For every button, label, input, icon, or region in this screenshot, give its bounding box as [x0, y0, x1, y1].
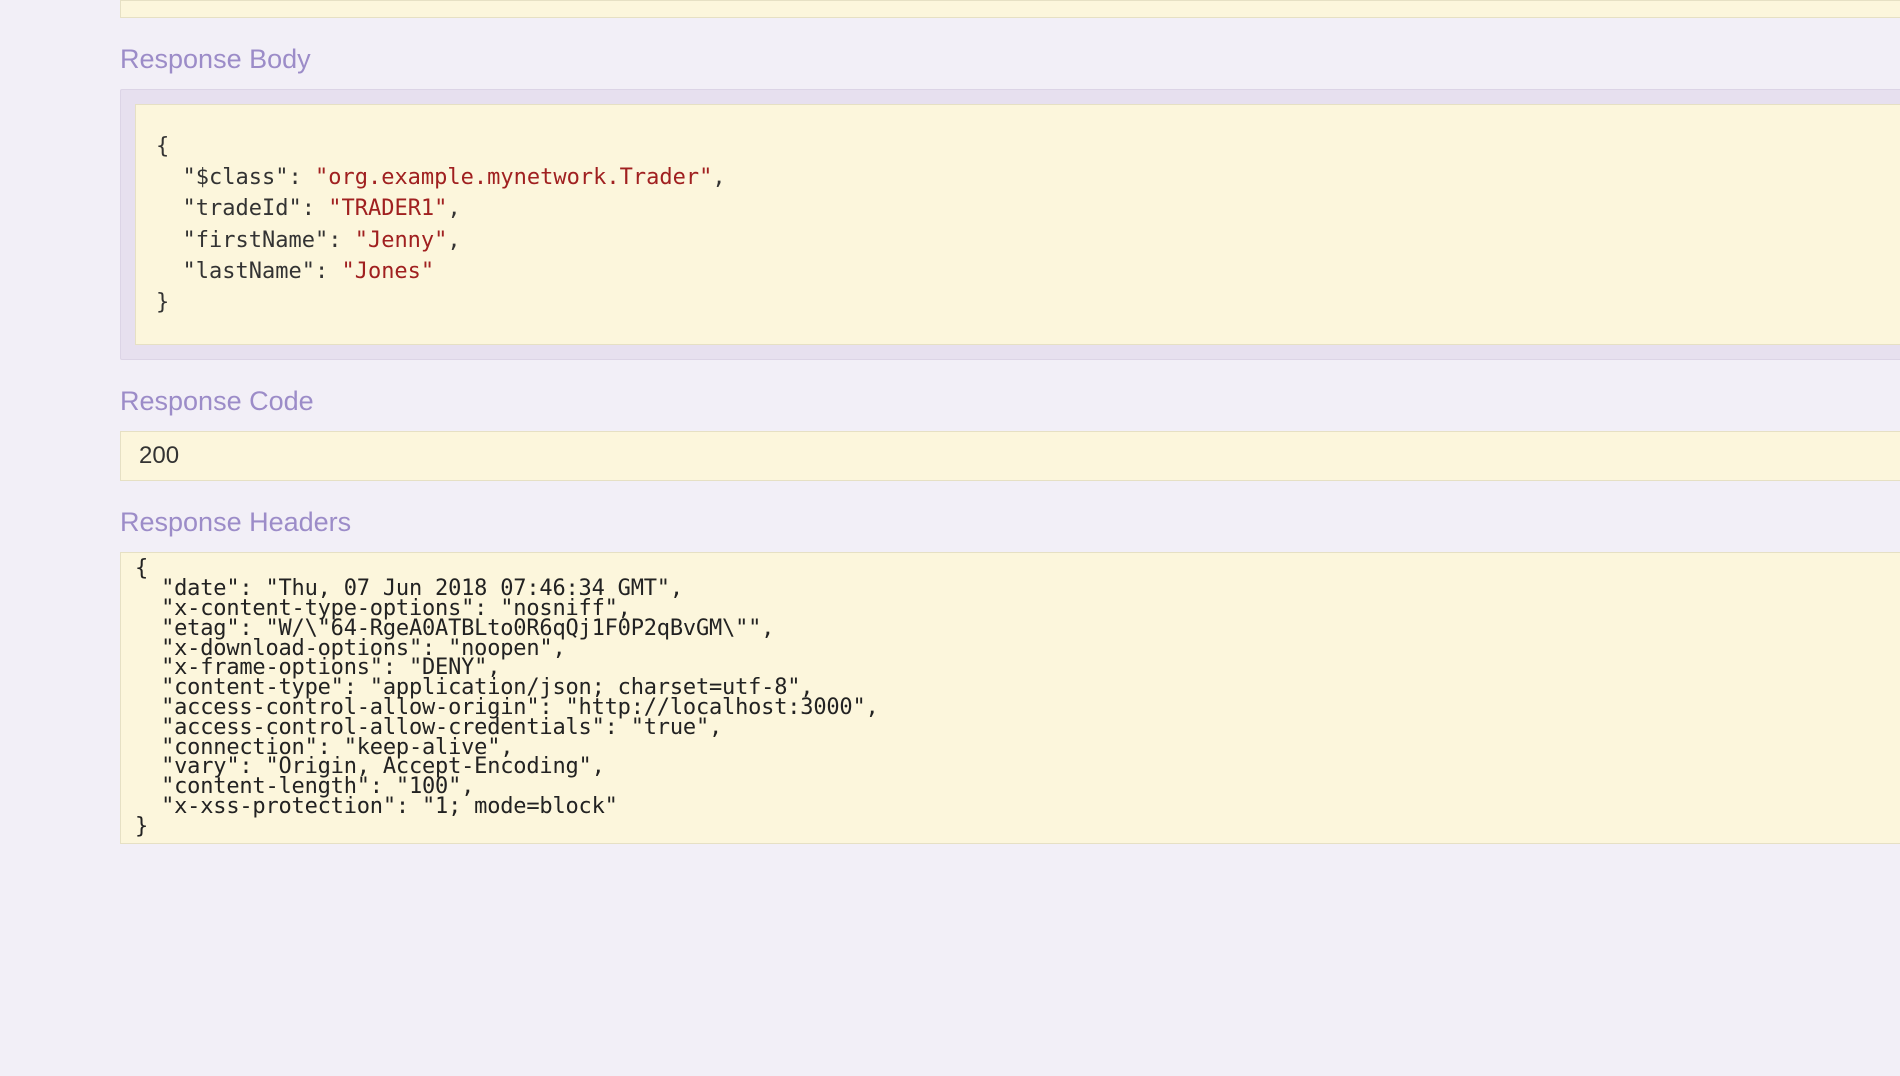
response-code-heading: Response Code [120, 386, 1900, 417]
response-headers-wrapper: { "date": "Thu, 07 Jun 2018 07:46:34 GMT… [120, 552, 1900, 843]
response-body-wrapper: { "$class": "org.example.mynetwork.Trade… [120, 89, 1900, 360]
response-headers-heading: Response Headers [120, 507, 1900, 538]
response-code-wrapper: 200 [120, 431, 1900, 481]
response-headers-code[interactable]: { "date": "Thu, 07 Jun 2018 07:46:34 GMT… [120, 552, 1900, 843]
response-code-value: 200 [120, 431, 1900, 481]
prev-block-edge [120, 0, 1900, 18]
response-body-code[interactable]: { "$class": "org.example.mynetwork.Trade… [135, 104, 1900, 345]
response-body-heading: Response Body [120, 44, 1900, 75]
